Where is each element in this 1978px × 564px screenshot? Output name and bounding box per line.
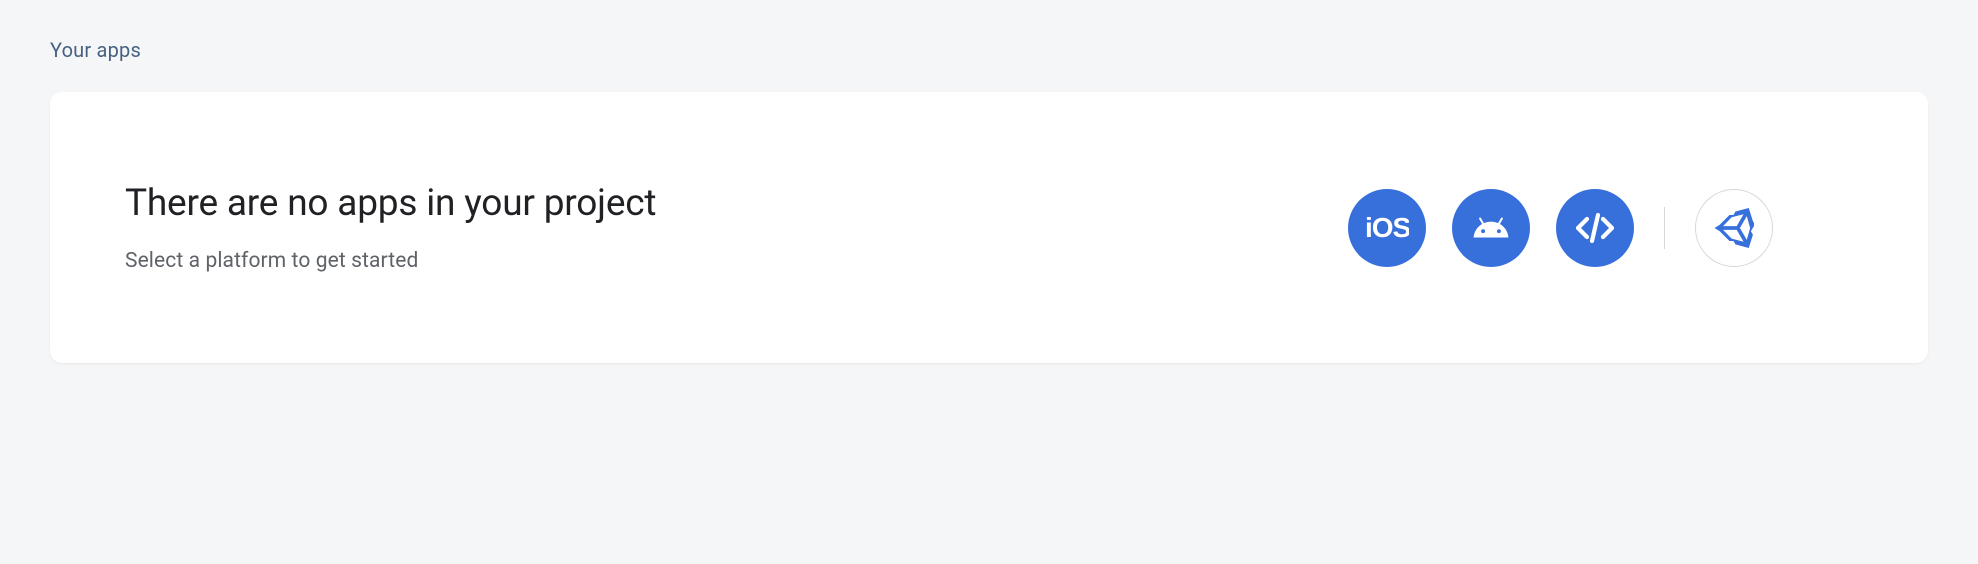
platform-buttons-row: iOS <box>1348 189 1774 267</box>
android-icon <box>1472 209 1510 247</box>
card-subtitle: Select a platform to get started <box>125 249 1348 273</box>
section-title: Your apps <box>50 38 1928 62</box>
web-icon <box>1573 206 1617 250</box>
ios-icon: iOS <box>1365 211 1409 245</box>
your-apps-section: Your apps There are no apps in your proj… <box>0 0 1978 393</box>
unity-icon <box>1714 208 1754 248</box>
add-web-button[interactable] <box>1556 189 1634 267</box>
svg-text:iOS: iOS <box>1365 212 1409 243</box>
card-text-block: There are no apps in your project Select… <box>125 182 1348 273</box>
platform-divider <box>1664 207 1666 249</box>
add-ios-button[interactable]: iOS <box>1348 189 1426 267</box>
add-android-button[interactable] <box>1452 189 1530 267</box>
add-unity-button[interactable] <box>1695 189 1773 267</box>
empty-apps-card: There are no apps in your project Select… <box>50 92 1928 363</box>
card-title: There are no apps in your project <box>125 182 1348 225</box>
